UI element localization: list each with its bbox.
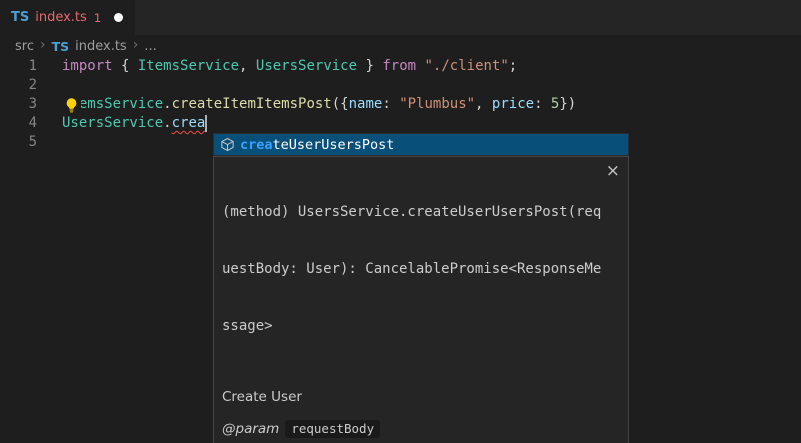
vscode-window: TS index.ts 1 src › TS index.ts › ... 1 … (0, 0, 801, 443)
code-line: 2 (0, 76, 801, 95)
doc-param-line: @param requestBody (222, 419, 620, 439)
line-number: 1 (0, 57, 37, 76)
line-number: 5 (0, 133, 37, 152)
text-cursor (205, 115, 207, 132)
breadcrumb-filename[interactable]: index.ts (75, 39, 127, 54)
breadcrumb-folder[interactable]: src (15, 39, 34, 54)
doc-summary: Create User (222, 388, 620, 407)
suggestion-rest-text: teUserUsersPost (273, 137, 395, 153)
lightbulb-icon[interactable] (63, 97, 81, 114)
tab-filename: index.ts (35, 10, 87, 25)
intellisense-popup: createUserUsersPost × (method) UsersServ… (213, 133, 629, 443)
line-number: 2 (0, 76, 37, 95)
close-icon[interactable]: × (606, 163, 620, 180)
tab-index-ts[interactable]: TS index.ts 1 (0, 0, 135, 35)
tab-error-count: 1 (94, 11, 101, 25)
line-number: 3 (0, 95, 37, 114)
code-line: 1 import { ItemsService, UsersService } … (0, 57, 801, 76)
chevron-right-icon: › (133, 38, 139, 52)
breadcrumb-symbol-ellipsis[interactable]: ... (144, 39, 156, 54)
method-signature: (method) UsersService.createUserUsersPos… (222, 165, 620, 374)
typescript-file-icon: TS (11, 10, 29, 25)
suggestion-item-createUserUsersPost[interactable]: createUserUsersPost (213, 133, 629, 156)
code-line: 3 ItemsService.createItemItemsPost({name… (0, 95, 801, 114)
suggestion-docs-panel: × (method) UsersService.createUserUsersP… (213, 156, 629, 443)
tab-bar: TS index.ts 1 (0, 0, 801, 35)
suggestion-match-text: crea (240, 137, 273, 153)
method-symbol-icon (220, 137, 235, 152)
code-line: 4 UsersService.crea (0, 114, 801, 133)
param-tag: @param (222, 421, 279, 437)
breadcrumb: src › TS index.ts › ... (0, 35, 801, 57)
line-number: 4 (0, 114, 37, 133)
chevron-right-icon: › (40, 38, 46, 52)
modified-dot-icon[interactable] (114, 13, 123, 22)
typescript-file-icon: TS (52, 39, 70, 54)
param-name-chip: requestBody (285, 420, 380, 438)
